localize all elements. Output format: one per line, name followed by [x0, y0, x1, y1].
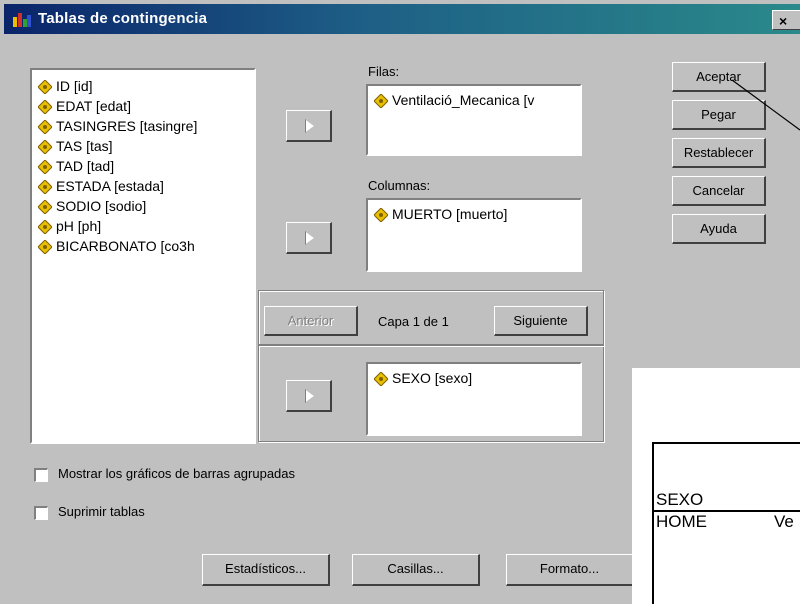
annotation-pointer-line [731, 79, 800, 131]
